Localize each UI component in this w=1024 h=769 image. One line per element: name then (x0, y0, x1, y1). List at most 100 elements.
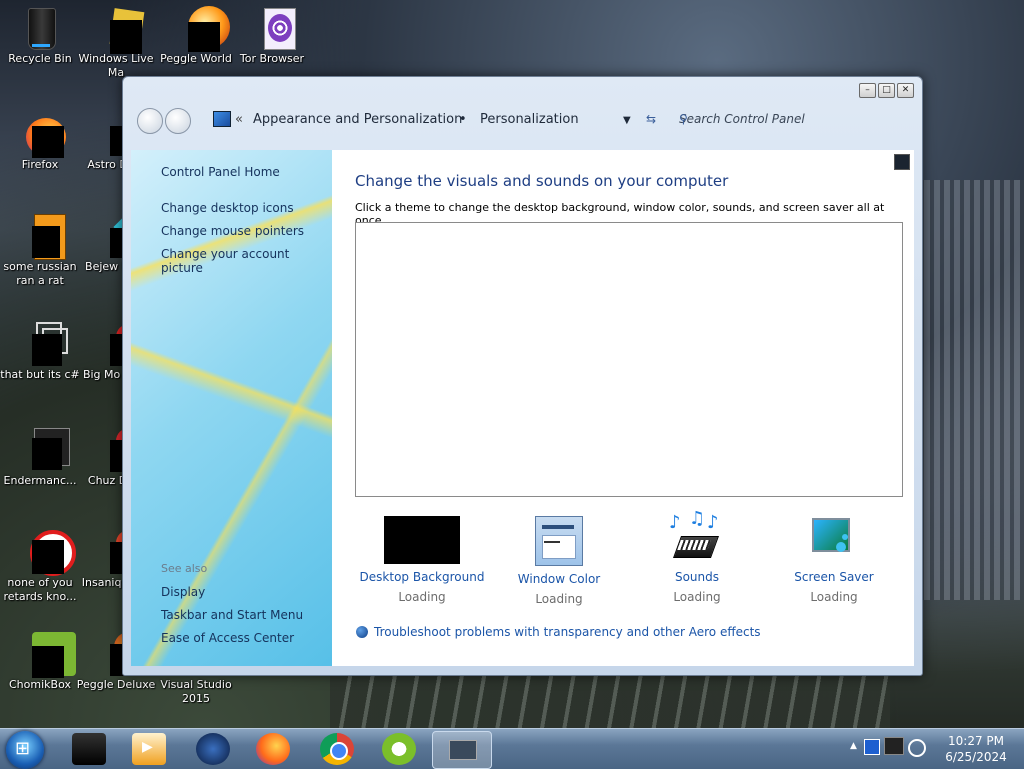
desktop-icon-label: Peggle Deluxe (76, 678, 156, 691)
desktop-icon-peggle-world[interactable]: Peggle World (156, 6, 236, 66)
minimize-button[interactable]: – (859, 83, 876, 98)
forward-button[interactable] (165, 108, 191, 134)
desktop-icon-endermanch[interactable]: Endermanc... (0, 428, 80, 488)
tile-status: Loading (673, 590, 721, 604)
link-change-desktop-icons[interactable]: Change desktop icons (161, 201, 294, 215)
tor-icon (250, 6, 296, 50)
help-globe-icon (356, 626, 368, 638)
tile-title[interactable]: Screen Saver (764, 570, 904, 584)
personalization-window: – □ ✕ « Appearance and Personalization •… (122, 76, 923, 676)
tile-title[interactable]: Sounds (627, 570, 767, 584)
theme-list[interactable] (355, 222, 903, 497)
maximize-button[interactable]: □ (878, 83, 895, 98)
sounds-icon: ♪ ♫ ♪ (659, 508, 735, 564)
desktop-background-icon (384, 516, 460, 564)
main-content: Change the visuals and sounds on your co… (332, 150, 914, 666)
desktop-icon-label: Firefox (21, 158, 59, 171)
help-icon[interactable] (894, 154, 910, 170)
street-background (330, 675, 890, 735)
city-background (914, 180, 1024, 600)
desktop-icon-label: Peggle World (160, 52, 232, 65)
chrome-icon[interactable] (320, 733, 354, 765)
chevron-down-icon[interactable]: ▼ (623, 115, 631, 126)
system-tray: ▲ 10:27 PM 6/25/2024 (844, 729, 1024, 769)
window-controls: – □ ✕ (859, 83, 914, 98)
start-button[interactable]: ⊞ (6, 731, 44, 769)
link-taskbar-start-menu[interactable]: Taskbar and Start Menu (161, 608, 303, 622)
task-pane: Control Panel Home Change desktop icons … (131, 150, 332, 666)
breadcrumb-separator-icon: • (459, 112, 467, 127)
chevron-left-icon: « (235, 112, 243, 127)
desktop-icon-none-of-you[interactable]: none of you retards kno... (0, 530, 80, 604)
address-bar[interactable]: « Appearance and Personalization • Perso… (203, 108, 656, 132)
toolbar: « Appearance and Personalization • Perso… (133, 103, 914, 137)
desktop-icon-recycle-bin[interactable]: Recycle Bin (0, 6, 80, 66)
desktop-icon-csharp[interactable]: that but its c# (0, 322, 80, 382)
tile-window-color[interactable]: Window Color Loading (489, 516, 629, 606)
desktop-icon-label: that but its c# (0, 368, 80, 381)
back-button[interactable] (137, 108, 163, 134)
tray-app-icon[interactable] (864, 739, 880, 755)
stack-pages-icon (18, 322, 68, 366)
desktop-icon-windows-live[interactable]: Windows Live Ma (76, 6, 156, 80)
desktop-icon-label: Visual Studio 2015 (160, 678, 232, 705)
link-ease-of-access[interactable]: Ease of Access Center (161, 631, 294, 645)
orange-e-icon (18, 214, 66, 260)
tile-screen-saver[interactable]: Screen Saver Loading (764, 516, 904, 604)
desktop-icon-tor-browser[interactable]: Tor Browser (232, 6, 312, 66)
link-display[interactable]: Display (161, 585, 205, 599)
link-control-panel-home[interactable]: Control Panel Home (161, 165, 280, 179)
browser-globe-icon[interactable] (196, 733, 230, 765)
tile-title[interactable]: Window Color (489, 572, 629, 586)
ccleaner-icon[interactable] (382, 733, 416, 765)
desktop-icon-label: ChomikBox (9, 678, 71, 691)
console-icon (18, 428, 70, 472)
windows-logo-icon: ⊞ (15, 738, 31, 759)
firefox-icon (18, 112, 66, 158)
chomikbox-icon (18, 632, 76, 678)
screen-saver-icon (796, 516, 872, 564)
link-change-mouse-pointers[interactable]: Change mouse pointers (161, 224, 304, 238)
taskbar: ⊞ ▶ ▲ 10:27 PM 6/25/2024 (0, 728, 1024, 769)
desktop-icon-label: none of you retards kno... (3, 576, 77, 603)
desktop-icon-firefox[interactable]: Firefox (0, 112, 80, 172)
breadcrumb-personalization[interactable]: Personalization (480, 112, 579, 127)
troubleshoot-label[interactable]: Troubleshoot problems with transparency … (374, 625, 761, 639)
control-panel-icon (213, 111, 231, 127)
show-hidden-icons-icon[interactable]: ▲ (850, 741, 857, 751)
close-button[interactable]: ✕ (897, 83, 914, 98)
tile-desktop-background[interactable]: Desktop Background Loading (352, 516, 492, 604)
windows-live-icon (94, 6, 145, 54)
desktop-icon-chomikbox[interactable]: ChomikBox (0, 632, 80, 692)
troubleshoot-link[interactable]: Troubleshoot problems with transparency … (356, 625, 761, 639)
see-also-heading: See also (161, 562, 208, 575)
clock-time: 10:27 PM (948, 734, 1004, 748)
clock[interactable]: 10:27 PM 6/25/2024 (938, 733, 1014, 765)
control-panel-taskbar-button[interactable] (432, 731, 492, 769)
search-icon[interactable]: ⚲ (679, 112, 903, 126)
desktop-icon-russian-rat[interactable]: some russian ran a rat (0, 214, 80, 288)
tile-status: Loading (810, 590, 858, 604)
red-circle-icon (18, 530, 76, 576)
search-box[interactable]: Search Control Panel ⚲ (671, 108, 909, 132)
media-player-icon[interactable]: ▶ (132, 733, 166, 765)
network-icon[interactable] (884, 737, 904, 755)
tile-title[interactable]: Desktop Background (352, 570, 492, 584)
link-change-account-picture[interactable]: Change your account picture (161, 247, 332, 275)
volume-icon[interactable] (908, 739, 926, 757)
tile-sounds[interactable]: ♪ ♫ ♪ Sounds Loading (627, 508, 767, 604)
tile-status: Loading (535, 592, 583, 606)
tile-status: Loading (398, 590, 446, 604)
desktop-icon-label: Endermanc... (3, 474, 77, 487)
page-title: Change the visuals and sounds on your co… (355, 172, 729, 190)
terminal-icon[interactable] (72, 733, 106, 765)
peggle-icon (174, 6, 230, 52)
clock-date: 6/25/2024 (945, 750, 1007, 764)
firefox-taskbar-icon[interactable] (256, 733, 290, 765)
desktop-icon-label: Recycle Bin (8, 52, 72, 65)
breadcrumb-appearance[interactable]: Appearance and Personalization (253, 112, 462, 127)
desktop-icon-label: Tor Browser (239, 52, 305, 65)
window-color-icon (535, 516, 583, 566)
recycle-bin-icon (18, 6, 62, 50)
refresh-icon[interactable]: ⇆ (646, 112, 656, 126)
